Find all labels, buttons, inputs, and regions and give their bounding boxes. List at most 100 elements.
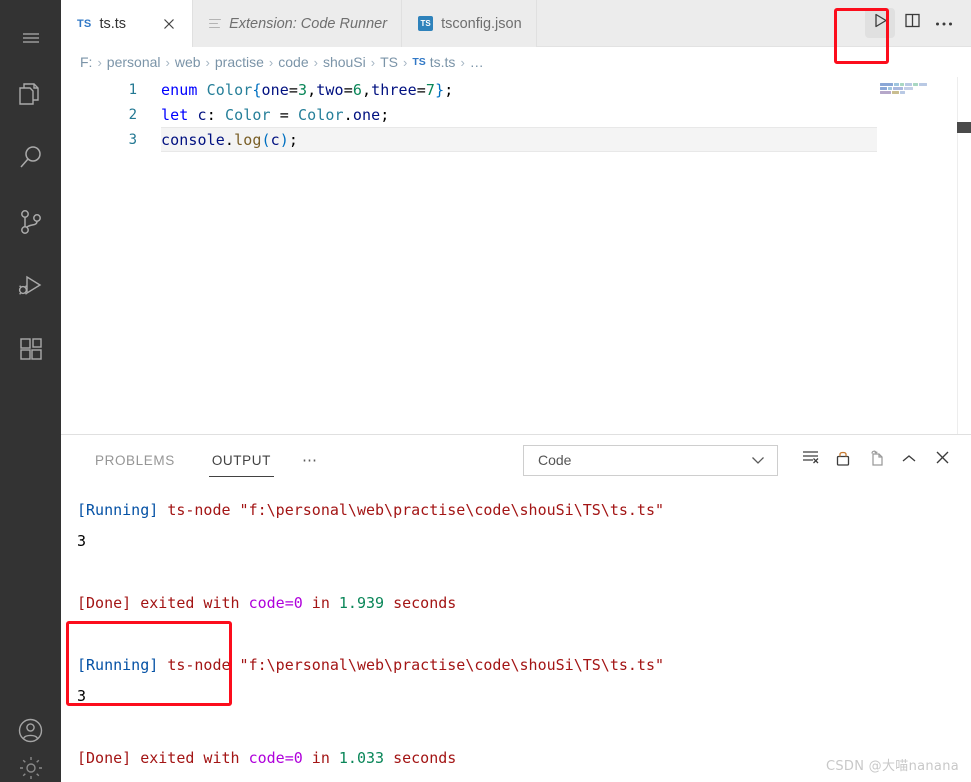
sidebar-item-source-control[interactable] [0, 190, 61, 254]
code-line[interactable]: 1 enum Color{one=3,two=6,three=7}; [61, 77, 971, 102]
code-token: enum [161, 80, 198, 99]
lock-scroll-button[interactable] [828, 445, 858, 475]
vscode-window: TS ts.ts Extension: Code Runner TS tscon… [0, 0, 971, 782]
code-token: = [343, 80, 353, 99]
code-token: = [270, 105, 299, 124]
collapse-panel-button[interactable] [894, 445, 924, 475]
extension-list-icon [209, 18, 222, 29]
code-token: ) [279, 130, 289, 149]
close-icon[interactable] [160, 15, 178, 33]
more-actions-button[interactable] [929, 8, 959, 38]
breadcrumb-separator: › [97, 54, 102, 70]
minimap-block [900, 83, 904, 86]
breadcrumb-item[interactable]: shouSi [323, 54, 366, 70]
minimap-block [893, 87, 903, 90]
sidebar-item-explorer[interactable] [0, 62, 61, 126]
code-token: c [197, 105, 207, 124]
close-panel-button[interactable] [927, 445, 957, 475]
output-segment [131, 594, 140, 612]
output-console[interactable]: [Running] ts-node "f:\personal\web\pract… [61, 485, 971, 782]
clear-output-button[interactable] [795, 445, 825, 475]
output-channel-select[interactable]: Code [523, 444, 778, 476]
code-token: Color [224, 105, 271, 124]
code-token: log [234, 130, 262, 149]
split-editor-button[interactable] [897, 8, 927, 38]
output-segment: exited with [140, 594, 249, 612]
minimap-rows [880, 83, 952, 94]
editor-tab-label: Extension: Code Runner [229, 15, 388, 32]
editor-tab-tsconfig[interactable]: TS tsconfig.json [402, 0, 537, 47]
split-editor-icon [904, 12, 921, 34]
breadcrumb-separator: › [403, 54, 408, 70]
output-segment: 3 [77, 687, 87, 705]
code-token: three [371, 80, 417, 99]
code-editor[interactable]: 1 enum Color{one=3,two=6,three=7}; 2 let c:… [61, 77, 971, 434]
ts-file-icon: TS [77, 17, 92, 30]
breadcrumb-item[interactable]: F: [80, 54, 92, 70]
panel-header: PROBLEMS OUTPUT ⋯ Code [61, 435, 971, 485]
code-token: 7 [425, 80, 436, 99]
extensions-icon [16, 335, 46, 365]
output-segment: seconds [384, 749, 457, 767]
breadcrumb-item[interactable]: TS [380, 54, 398, 70]
open-in-editor-button[interactable] [861, 445, 891, 475]
code-token: one [352, 105, 381, 124]
breadcrumb-separator: › [205, 54, 210, 70]
chevron-up-icon [901, 451, 917, 469]
code-token: ( [261, 130, 271, 149]
output-blank-line [77, 619, 971, 650]
settings-button[interactable] [0, 754, 61, 782]
sidebar-item-extensions[interactable] [0, 318, 61, 382]
code-text: let c: Color = Color.one; [161, 106, 389, 124]
output-segment: [Running] [77, 501, 159, 519]
source-control-icon [16, 207, 46, 237]
code-token: . [343, 105, 353, 124]
editor-tab-ts[interactable]: TS ts.ts [61, 0, 194, 47]
bottom-panel: PROBLEMS OUTPUT ⋯ Code [Running] ts-node… [61, 435, 971, 782]
ts-config-icon: TS [418, 16, 434, 31]
sidebar-item-search[interactable] [0, 126, 61, 190]
code-token: } [435, 80, 445, 99]
code-line[interactable]: 3 console.log(c); [61, 127, 971, 152]
breadcrumb-file[interactable]: ts.ts [430, 54, 456, 70]
search-icon [16, 143, 46, 173]
editor-scrollbar[interactable] [957, 77, 971, 434]
editor-tab-extension-code-runner[interactable]: Extension: Code Runner [193, 0, 403, 47]
breadcrumb-item[interactable]: practise [215, 54, 264, 70]
output-lines: [Running] ts-node "f:\personal\web\pract… [77, 495, 971, 774]
output-segment: exited with [140, 749, 249, 767]
code-token: ; [444, 80, 454, 99]
sidebar-item-run-and-debug[interactable] [0, 254, 61, 318]
code-token: , [307, 80, 317, 99]
output-segment [131, 749, 140, 767]
breadcrumb-item[interactable]: personal [107, 54, 161, 70]
tab-problems[interactable]: PROBLEMS [89, 443, 181, 477]
output-segment [158, 656, 167, 674]
editor-scrollbar-thumb[interactable] [957, 122, 971, 133]
run-code-button[interactable] [865, 8, 895, 38]
output-segment: ts-node "f:\personal\web\practise\code\s… [167, 501, 665, 519]
line-number: 3 [128, 131, 137, 148]
breadcrumb-item[interactable]: web [175, 54, 201, 70]
breadcrumb-item[interactable]: code [278, 54, 308, 70]
code-token: one [261, 80, 289, 99]
minimap-row [880, 83, 952, 86]
accounts-button[interactable] [0, 706, 61, 754]
breadcrumb-symbol-overflow[interactable]: … [470, 54, 484, 70]
panel-more-button[interactable]: ⋯ [302, 443, 319, 477]
code-token: . [224, 130, 235, 149]
code-text: console.log(c); [161, 131, 298, 149]
minimap[interactable] [880, 83, 952, 434]
line-number: 2 [128, 106, 137, 123]
lock-icon [835, 449, 851, 472]
output-segment: in [302, 749, 339, 767]
tab-output[interactable]: OUTPUT [206, 443, 277, 477]
breadcrumb-separator: › [313, 54, 318, 70]
breadcrumb-separator: › [165, 54, 170, 70]
code-line[interactable]: 2 let c: Color = Color.one; [61, 102, 971, 127]
hamburger-menu-icon[interactable] [0, 14, 61, 62]
output-segment: [Done] [77, 749, 132, 767]
editor-actions [865, 0, 971, 46]
output-segment: 3 [77, 532, 87, 550]
files-icon [16, 79, 46, 109]
